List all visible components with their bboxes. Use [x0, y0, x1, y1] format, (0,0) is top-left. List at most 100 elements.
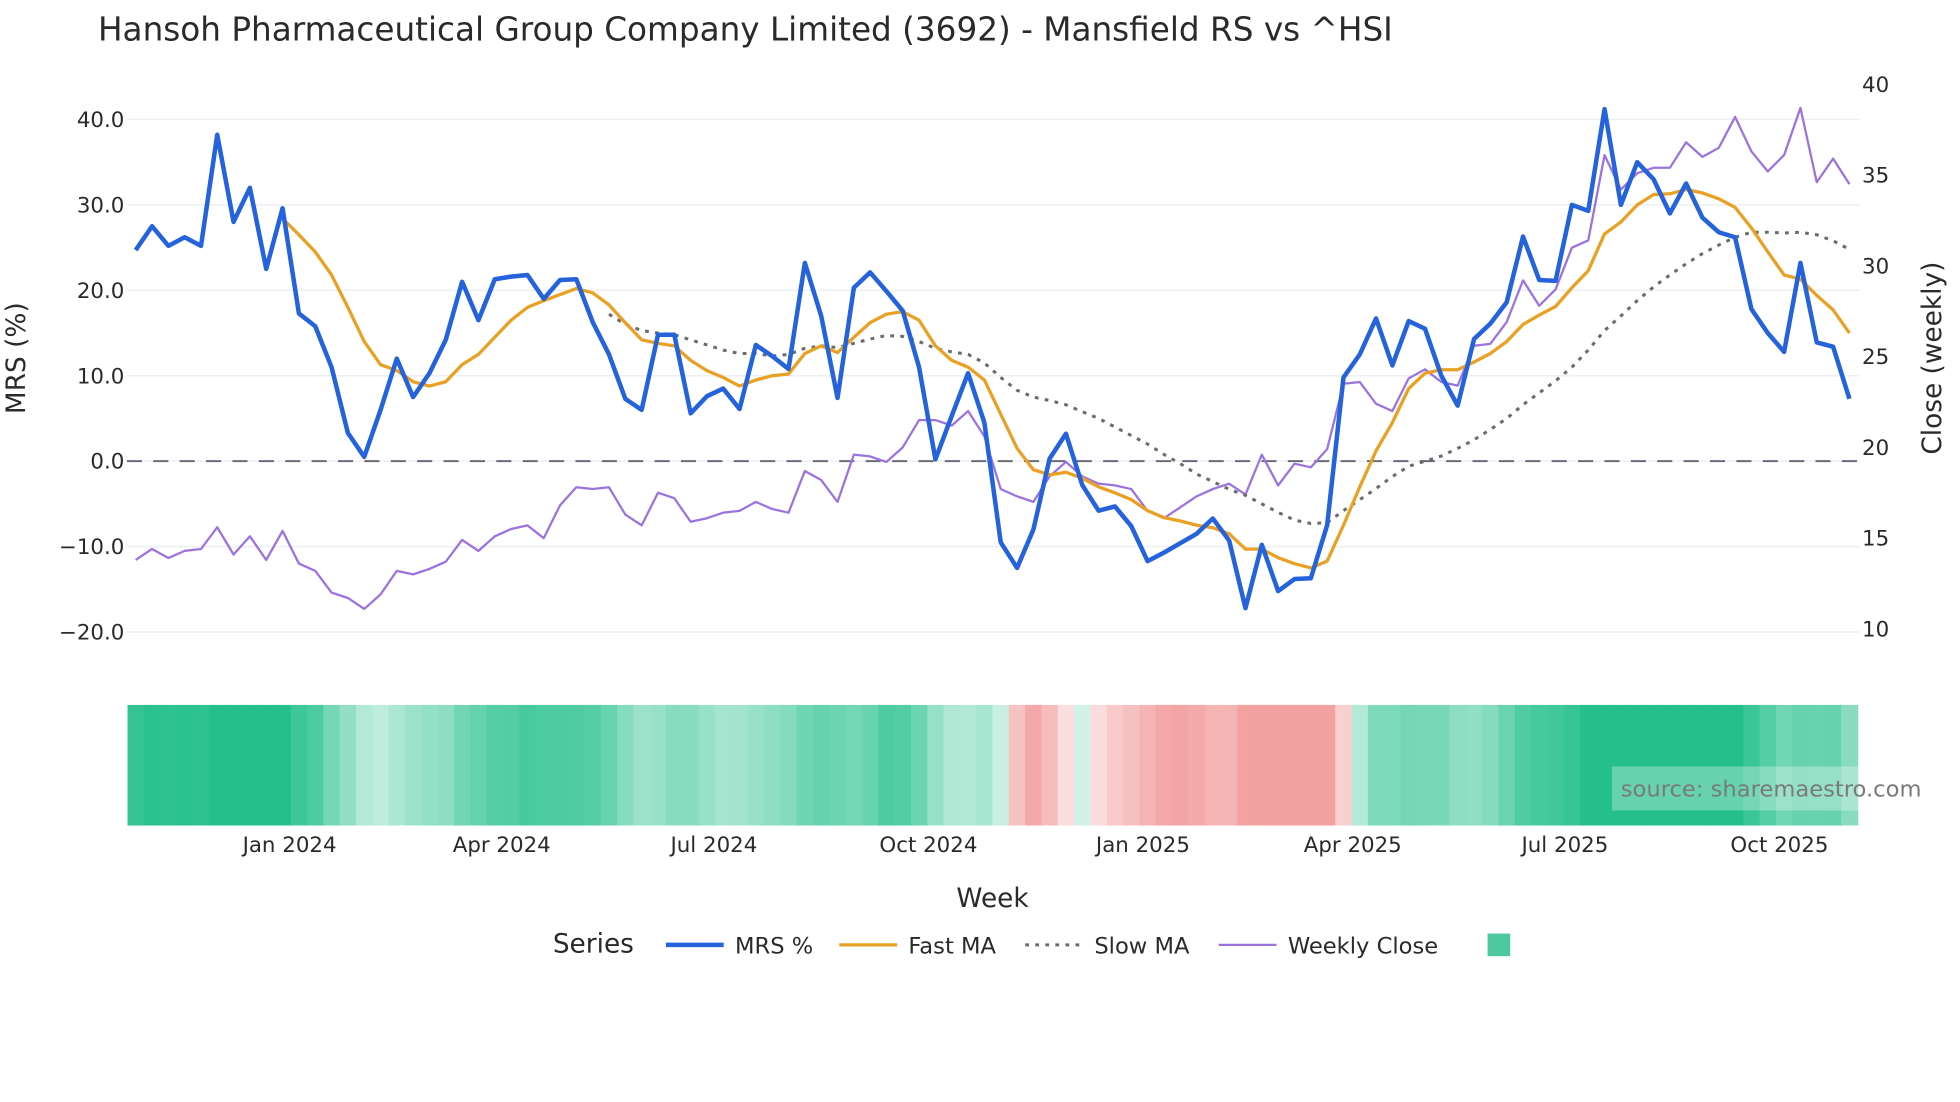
heatmap-cell [502, 704, 520, 826]
heatmap-cell [617, 704, 635, 826]
series-lines [133, 106, 1852, 611]
x-axis: Jan 2024 Apr 2024 Jul 2024 Oct 2024 Jan 2025… [241, 833, 1829, 858]
x-tick-label: Jan 2025 [1094, 833, 1190, 858]
heatmap-cell [1335, 704, 1353, 826]
heatmap-cell [1580, 704, 1598, 826]
heatmap-cell [1384, 704, 1402, 826]
heatmap-cell [1547, 704, 1565, 826]
heatmap-cell [372, 704, 390, 826]
heatmap-cell [1416, 704, 1434, 826]
y-tick-label: 30.0 [77, 193, 125, 218]
heatmap-cell [976, 704, 994, 826]
heatmap-cell [796, 704, 814, 826]
x-tick-label: Jan 2024 [241, 833, 337, 858]
source-label: source: sharemaestro.com [1621, 777, 1922, 803]
heatmap-cell [1514, 704, 1532, 826]
legend-heatmap-swatch [1487, 933, 1511, 957]
heatmap-cell [1074, 704, 1092, 826]
heatmap-cell [323, 704, 341, 826]
y2-tick-label: 25 [1862, 345, 1889, 370]
heatmap-cell [878, 704, 896, 826]
heatmap-cell [927, 704, 945, 826]
heatmap-cell [241, 704, 259, 826]
legend-title: Series [553, 929, 634, 959]
heatmap-cell [1025, 704, 1043, 826]
gridlines [126, 118, 1860, 633]
heatmap-cell [1237, 704, 1255, 826]
y2-axis-label: Close (weekly) [1918, 262, 1948, 455]
heatmap-cell [600, 704, 618, 826]
heatmap-cell [649, 704, 667, 826]
heatmap-cell [764, 704, 782, 826]
y-tick-label: −10.0 [59, 535, 124, 560]
heatmap-cell [1139, 704, 1157, 826]
heatmap-cell [666, 704, 684, 826]
heatmap-cell [258, 704, 276, 826]
series-line-slow-ma [608, 230, 1851, 525]
legend: Series MRS % Fast MA Slow MA Weekly Close [553, 929, 1511, 960]
series-line-mrs [133, 106, 1852, 611]
y2-tick-label: 40 [1862, 73, 1889, 98]
heatmap-strip [127, 704, 1859, 826]
chart-title: Hansoh Pharmaceutical Group Company Limi… [98, 10, 1393, 48]
heatmap-cell [307, 704, 325, 826]
heatmap-cell [1482, 704, 1500, 826]
heatmap-cell [1302, 704, 1320, 826]
heatmap-cell [160, 704, 178, 826]
heatmap-cell [1351, 704, 1369, 826]
heatmap-cell [225, 704, 243, 826]
y-axis-label: MRS (%) [2, 302, 32, 414]
heatmap-cell [845, 704, 863, 826]
heatmap-cell [388, 704, 406, 826]
heatmap-cell [698, 704, 716, 826]
y-axis-left: 40.0 30.0 20.0 10.0 0.0 −10.0 −20.0 [59, 108, 124, 646]
heatmap-cell [209, 704, 227, 826]
legend-label: Fast MA [908, 934, 996, 960]
y2-tick-label: 20 [1862, 436, 1889, 461]
heatmap-cell [1221, 704, 1239, 826]
x-axis-label: Week [956, 884, 1029, 914]
heatmap-cell [959, 704, 977, 826]
heatmap-cell [176, 704, 194, 826]
heatmap-cell [290, 704, 308, 826]
heatmap-cell [813, 704, 831, 826]
x-tick-label: Oct 2024 [879, 833, 977, 858]
heatmap-cell [1155, 704, 1173, 826]
x-tick-label: Apr 2025 [1304, 833, 1402, 858]
heatmap-cell [470, 704, 488, 826]
heatmap-cell [1253, 704, 1271, 826]
y-tick-label: 20.0 [77, 279, 125, 304]
heatmap-cell [910, 704, 929, 826]
y2-tick-label: 30 [1862, 254, 1889, 279]
heatmap-cell [1172, 704, 1190, 826]
heatmap-cell [404, 704, 423, 826]
heatmap-cell [274, 704, 292, 826]
heatmap-cell [1563, 704, 1581, 826]
y2-tick-label: 35 [1862, 164, 1889, 189]
heatmap-cell [1433, 704, 1451, 826]
heatmap-cell [1367, 704, 1385, 826]
heatmap-cell [1041, 704, 1059, 826]
heatmap-cell [1008, 704, 1026, 826]
series-line-fast-ma [281, 187, 1851, 570]
legend-label: Weekly Close [1288, 934, 1438, 960]
y2-tick-label: 15 [1862, 527, 1889, 552]
y-tick-label: 10.0 [77, 364, 125, 389]
y-tick-label: 0.0 [90, 450, 124, 475]
heatmap-cell [192, 704, 210, 826]
heatmap-cell [1498, 704, 1516, 826]
heatmap-cell [715, 704, 733, 826]
y-tick-label: −20.0 [59, 621, 124, 646]
y2-tick-label: 10 [1862, 617, 1889, 642]
legend-label: Slow MA [1094, 934, 1190, 960]
heatmap-cell [127, 704, 145, 826]
heatmap-cell [1123, 704, 1141, 826]
heatmap-cell [943, 704, 961, 826]
heatmap-cell [682, 704, 700, 826]
heatmap-cell [551, 704, 569, 826]
heatmap-cell [356, 704, 374, 826]
x-tick-label: Oct 2025 [1730, 833, 1828, 858]
heatmap-cell [1400, 704, 1418, 826]
heatmap-cell [992, 704, 1010, 826]
heatmap-cell [568, 704, 586, 826]
